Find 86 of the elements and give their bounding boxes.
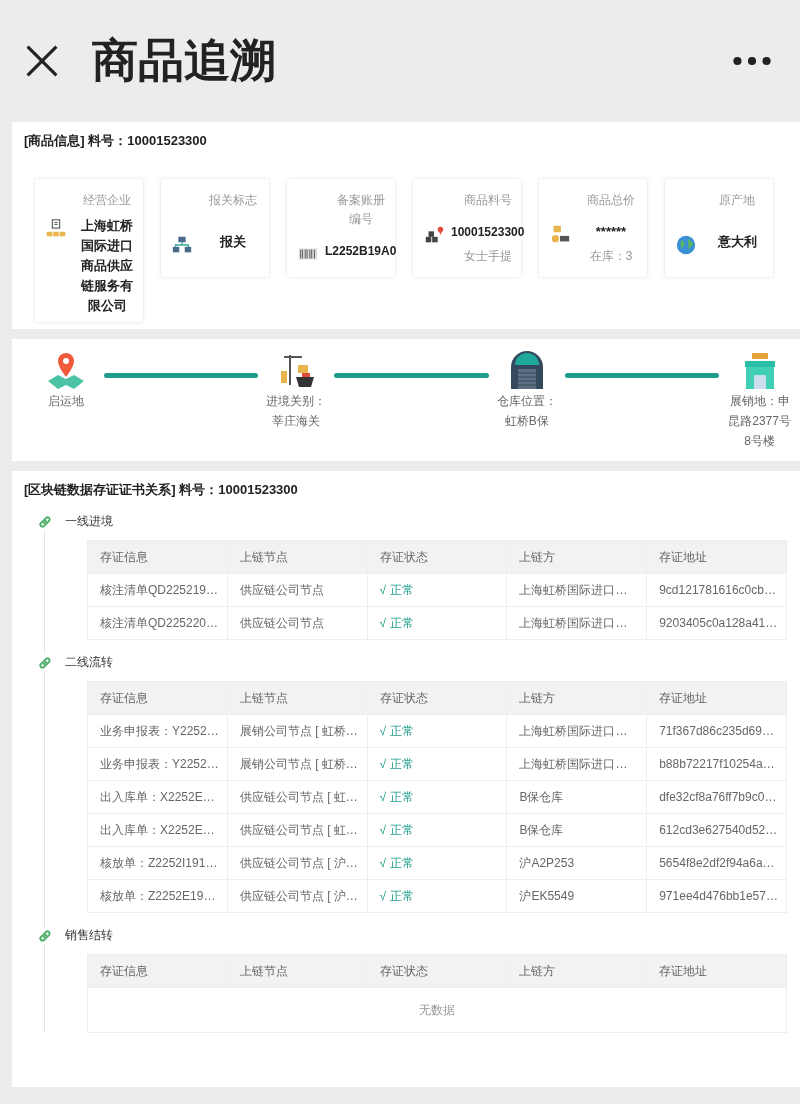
table-cell: 9cd121781616c0cb… bbox=[646, 573, 787, 607]
table-cell: dfe32cf8a76ff7b9c0… bbox=[646, 780, 787, 814]
link-icon bbox=[37, 927, 53, 944]
table-cell: 业务申报表：Y2252… bbox=[87, 747, 228, 781]
table-cell: 核注清单QD225220… bbox=[87, 606, 228, 640]
card-value: 10001523300 bbox=[451, 224, 525, 241]
table-cell: 沪A2P253 bbox=[506, 846, 647, 880]
table-cell: √ 正常 bbox=[367, 846, 507, 880]
table-cell: 供应链公司节点 [ 虹… bbox=[227, 813, 368, 847]
card-value: 报关 bbox=[220, 232, 246, 251]
column-header: 上链方 bbox=[506, 540, 647, 574]
table-cell: 供应链公司节点 [ 沪… bbox=[227, 879, 368, 913]
link-icon bbox=[37, 513, 53, 530]
table-cell: 展销公司节点 [ 虹桥… bbox=[227, 714, 368, 748]
column-header: 上链方 bbox=[506, 954, 647, 988]
column-header: 存证信息 bbox=[87, 681, 228, 715]
section-heading: [商品信息] 料号：10001523300 bbox=[24, 132, 208, 150]
table-cell: 5654f8e2df2f94a6a… bbox=[646, 846, 787, 880]
card-value: L2252B19A0 bbox=[325, 243, 397, 260]
card-label: 报关标志 bbox=[209, 192, 257, 209]
table-cell: 上海虹桥国际进口… bbox=[506, 747, 647, 781]
table-cell: B保仓库 bbox=[506, 813, 647, 847]
table-cell: √ 正常 bbox=[367, 780, 507, 814]
table-cell: b88b72217f10254a… bbox=[646, 747, 787, 781]
table-cell: 上海虹桥国际进口… bbox=[506, 606, 647, 640]
table-cell: 出入库单：X2252E… bbox=[87, 780, 228, 814]
table-cell: 核注清单QD225219… bbox=[87, 573, 228, 607]
table-cell: 供应链公司节点 [ 虹… bbox=[227, 780, 368, 814]
table-cell: 核放单：Z2252E19… bbox=[87, 879, 228, 913]
column-header: 存证信息 bbox=[87, 540, 228, 574]
more-icon[interactable] bbox=[732, 55, 772, 67]
card-value: 上海虹桥国际进口商品供应链服务有限公司 bbox=[81, 217, 133, 315]
group-title: 一线进境 bbox=[65, 513, 113, 530]
card-value: 意大利 bbox=[717, 232, 757, 251]
column-header: 存证信息 bbox=[87, 954, 228, 988]
column-header: 存证状态 bbox=[367, 681, 507, 715]
link-icon bbox=[37, 654, 53, 671]
card-label: 备案账册编号 bbox=[336, 192, 385, 228]
route-stop-label: 展销地：申昆路2377号8号楼 bbox=[727, 393, 792, 450]
column-header: 上链节点 bbox=[227, 540, 368, 574]
card-label: 原产地 bbox=[719, 192, 755, 209]
card-value: ****** bbox=[595, 223, 627, 241]
table-cell: 供应链公司节点 bbox=[227, 573, 368, 607]
section-heading: [区块链数据存证证书关系] 料号：10001523300 bbox=[24, 481, 299, 499]
empty-message: 无数据 bbox=[87, 987, 787, 1033]
table-cell: 供应链公司节点 bbox=[227, 606, 368, 640]
table-cell: 612cd3e627540d52… bbox=[646, 813, 787, 847]
card-label: 商品料号 bbox=[463, 192, 512, 209]
group-title: 销售结转 bbox=[65, 927, 113, 944]
route-stop-label: 启运地 bbox=[47, 393, 85, 410]
table-cell: 9203405c0a128a41… bbox=[646, 606, 787, 640]
table-cell: 上海虹桥国际进口… bbox=[506, 714, 647, 748]
column-header: 存证地址 bbox=[646, 954, 787, 988]
table-cell: √ 正常 bbox=[367, 879, 507, 913]
card-label: 商品总价 bbox=[587, 192, 635, 209]
table-cell: 971ee4d476bb1e57… bbox=[646, 879, 787, 913]
column-header: 上链节点 bbox=[227, 954, 368, 988]
table-cell: 核放单：Z2252I191… bbox=[87, 846, 228, 880]
table-cell: √ 正常 bbox=[367, 747, 507, 781]
column-header: 上链节点 bbox=[227, 681, 368, 715]
column-header: 上链方 bbox=[506, 681, 647, 715]
table-cell: 供应链公司节点 [ 沪… bbox=[227, 846, 368, 880]
table-cell: 71f367d86c235d69… bbox=[646, 714, 787, 748]
page-title: 商品追溯 bbox=[92, 33, 277, 88]
group-title: 二线流转 bbox=[65, 654, 113, 671]
card-subtext: 女士手提 bbox=[463, 248, 512, 265]
table-cell: √ 正常 bbox=[367, 606, 507, 640]
route-stop-label: 仓库位置：虹桥B保 bbox=[496, 393, 557, 430]
column-header: 存证地址 bbox=[646, 540, 787, 574]
card-label: 经营企业 bbox=[83, 192, 131, 209]
table-cell: 沪EK5549 bbox=[506, 879, 647, 913]
route-stop-label: 进境关别：莘庄海关 bbox=[266, 393, 327, 430]
column-header: 存证地址 bbox=[646, 681, 787, 715]
globe-icon bbox=[675, 233, 697, 256]
table-cell: √ 正常 bbox=[367, 573, 507, 607]
card-subtext: 在库：3 bbox=[589, 248, 633, 265]
table-cell: 上海虹桥国际进口… bbox=[506, 573, 647, 607]
table-cell: 业务申报表：Y2252… bbox=[87, 714, 228, 748]
table-cell: 展销公司节点 [ 虹桥… bbox=[227, 747, 368, 781]
table-cell: 出入库单：X2252E… bbox=[87, 813, 228, 847]
table-cell: √ 正常 bbox=[367, 813, 507, 847]
column-header: 存证状态 bbox=[367, 954, 507, 988]
table-cell: B保仓库 bbox=[506, 780, 647, 814]
column-header: 存证状态 bbox=[367, 540, 507, 574]
close-icon[interactable] bbox=[24, 43, 60, 79]
table-cell: √ 正常 bbox=[367, 714, 507, 748]
